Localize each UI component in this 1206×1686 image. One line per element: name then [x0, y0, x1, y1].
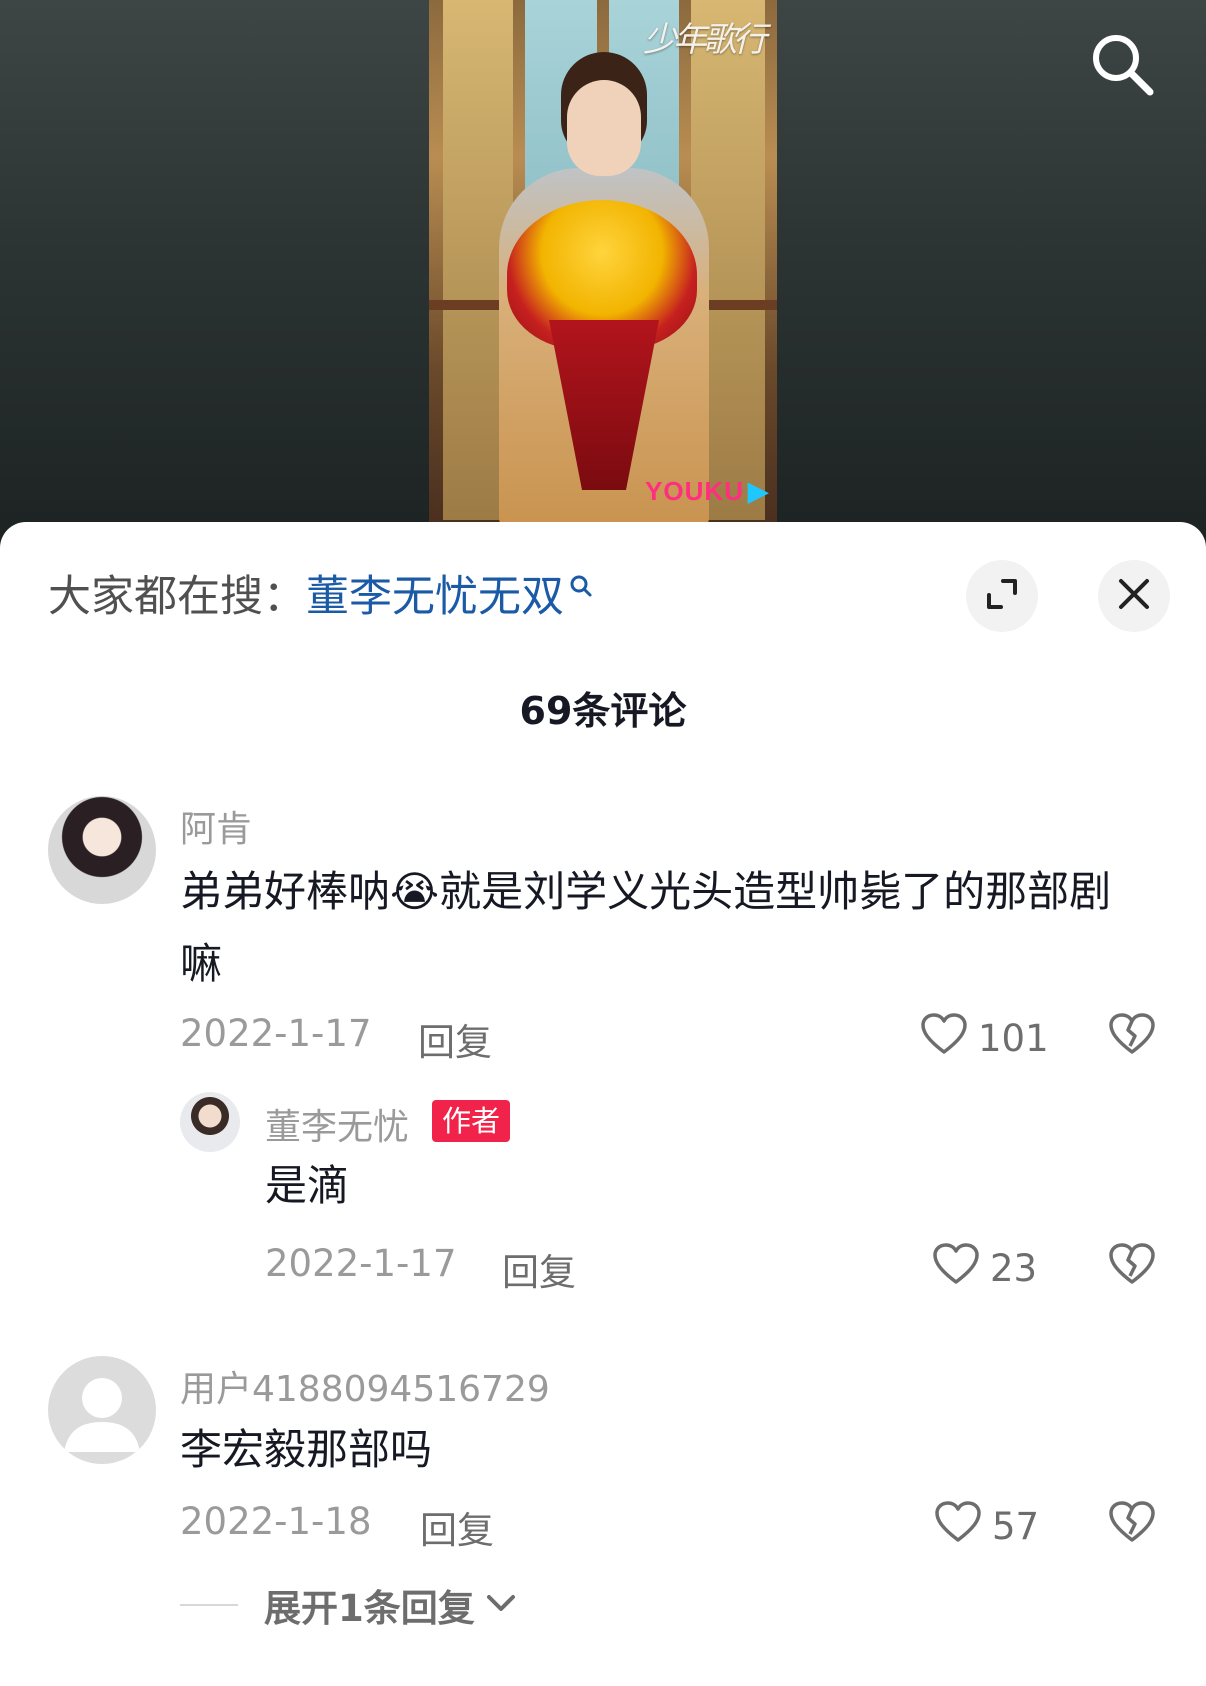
dislike-button[interactable] [1108, 1242, 1156, 1290]
heart-icon [934, 1500, 982, 1553]
expand-replies-button[interactable]: 展开1条回复 [180, 1578, 517, 1632]
reply-text: 是滴 [265, 1161, 350, 1210]
like-button[interactable]: 23 [932, 1242, 1037, 1295]
hot-search-bar[interactable]: 大家都在搜：董李无忧无双 [48, 562, 594, 624]
reply-date: 2022-1-17 [265, 1242, 457, 1285]
comment-username[interactable]: 阿肯 [180, 800, 252, 852]
like-button[interactable]: 57 [934, 1500, 1039, 1553]
comment-count: 69条评论 [519, 689, 687, 733]
comment-date: 2022-1-17 [180, 1012, 372, 1055]
reply-username[interactable]: 董李无忧 [265, 1098, 409, 1150]
reply-button[interactable]: 回复 [418, 1012, 492, 1066]
search-icon [568, 560, 594, 610]
like-count: 101 [978, 1017, 1049, 1060]
brand-text: YOUKU [645, 476, 744, 506]
broken-heart-icon [1108, 1013, 1156, 1060]
broken-heart-icon [1108, 1501, 1156, 1548]
comment-sheet: 大家都在搜：董李无忧无双 69条评论 阿肯 弟弟好棒呐😭就是刘学义光头造型帅毙了… [0, 522, 1206, 1686]
brand-watermark: YOUKU ▶ [645, 476, 769, 507]
figure-head [567, 80, 641, 176]
comment-username[interactable]: 用户4188094516729 [180, 1360, 550, 1412]
dislike-button[interactable] [1108, 1500, 1156, 1548]
like-count: 57 [992, 1505, 1040, 1548]
avatar[interactable] [180, 1092, 240, 1152]
expand-replies-label: 展开1条回复 [264, 1587, 475, 1630]
drama-logo: 少年歌行 [643, 20, 767, 60]
expand-icon [985, 577, 1019, 615]
comment-date: 2022-1-18 [180, 1500, 372, 1543]
video-frame[interactable]: 少年歌行 YOUKU ▶ [429, 0, 777, 525]
like-count: 23 [990, 1247, 1038, 1290]
heart-icon [920, 1012, 968, 1065]
default-avatar-icon [64, 1378, 140, 1452]
like-button[interactable]: 101 [920, 1012, 1049, 1065]
hot-search-keyword[interactable]: 董李无忧无双 [306, 572, 564, 622]
chevron-down-icon [485, 1592, 517, 1618]
avatar[interactable] [48, 796, 156, 904]
divider [180, 1604, 238, 1606]
comment-text: 弟弟好棒呐😭就是刘学义光头造型帅毙了的那部剧嘛 [180, 867, 1112, 988]
reply-button[interactable]: 回复 [502, 1242, 576, 1296]
comment-text: 李宏毅那部吗 [180, 1425, 433, 1474]
play-arrow-icon: ▶ [748, 476, 769, 506]
search-icon[interactable] [1088, 30, 1158, 100]
reply-button[interactable]: 回复 [420, 1500, 494, 1554]
dislike-button[interactable] [1108, 1012, 1156, 1060]
expand-button[interactable] [966, 560, 1038, 632]
heart-icon [932, 1242, 980, 1295]
close-icon [1117, 577, 1151, 615]
hot-search-prefix: 大家都在搜： [48, 572, 306, 622]
close-button[interactable] [1098, 560, 1170, 632]
author-badge: 作者 [432, 1100, 511, 1142]
avatar[interactable] [48, 1356, 156, 1464]
broken-heart-icon [1108, 1243, 1156, 1290]
